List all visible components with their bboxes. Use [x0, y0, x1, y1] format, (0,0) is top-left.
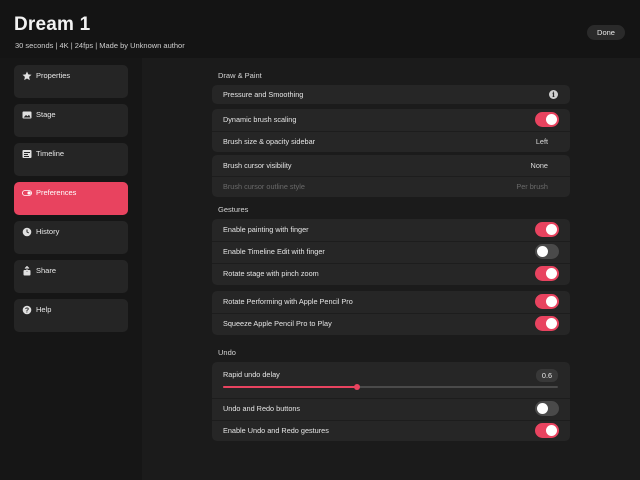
undo-gestures-toggle[interactable]: [535, 423, 559, 438]
brush-group: Dynamic brush scaling Brush size & opaci…: [212, 109, 570, 152]
sidebar-item-label: Properties: [36, 71, 71, 80]
page-title: Dream 1: [14, 14, 91, 35]
painting-finger-row: Enable painting with finger: [212, 219, 570, 241]
sidebar-item-label: Preferences: [36, 188, 77, 197]
row-value: None: [530, 161, 548, 170]
row-label: Brush cursor visibility: [223, 161, 292, 170]
svg-text:?: ?: [25, 308, 29, 315]
rotate-stage-toggle[interactable]: [535, 266, 559, 281]
pressure-group: Pressure and Smoothing i: [212, 85, 570, 104]
squeeze-play-row: Squeeze Apple Pencil Pro to Play: [212, 313, 570, 335]
sidebar-item-label: Stage: [36, 110, 56, 119]
dynamic-brush-row: Dynamic brush scaling: [212, 109, 570, 131]
rapid-undo-row: Rapid undo delay 0.6: [212, 362, 570, 398]
rotate-stage-row: Rotate stage with pinch zoom: [212, 263, 570, 285]
sidebar-item-label: Help: [36, 305, 52, 314]
sidebar-item-label: Timeline: [36, 149, 65, 158]
sidebar: Properties Stage Timeline Preferences Hi…: [0, 58, 142, 480]
painting-finger-toggle[interactable]: [535, 222, 559, 237]
row-value: Left: [535, 137, 548, 146]
image-icon: [22, 110, 32, 120]
squeeze-play-toggle[interactable]: [535, 316, 559, 331]
row-label: Brush size & opacity sidebar: [223, 137, 316, 146]
row-label: Brush cursor outline style: [223, 182, 305, 191]
section-title-gestures: Gestures: [218, 205, 249, 214]
sidebar-item-preferences[interactable]: Preferences: [14, 182, 128, 215]
row-value: Per brush: [516, 182, 548, 191]
rotate-performing-row: Rotate Performing with Apple Pencil Pro: [212, 291, 570, 313]
row-label: Enable Timeline Edit with finger: [223, 247, 325, 256]
sidebar-item-label: History: [36, 227, 60, 236]
pressure-smoothing-row[interactable]: Pressure and Smoothing i: [212, 85, 570, 104]
row-label: Undo and Redo buttons: [223, 404, 301, 413]
row-label: Rotate stage with pinch zoom: [223, 269, 319, 278]
timeline-edit-toggle[interactable]: [535, 244, 559, 259]
sidebar-item-properties[interactable]: Properties: [14, 65, 128, 98]
sidebar-item-timeline[interactable]: Timeline: [14, 143, 128, 176]
sidebar-item-share[interactable]: Share: [14, 260, 128, 293]
rotate-performing-toggle[interactable]: [535, 294, 559, 309]
star-icon: [22, 71, 32, 81]
preferences-panel: Draw & Paint Pressure and Smoothing i Dy…: [142, 58, 640, 480]
row-label: Enable painting with finger: [223, 225, 309, 234]
gestures-group: Enable painting with finger Enable Timel…: [212, 219, 570, 285]
section-title-draw-paint: Draw & Paint: [218, 71, 262, 80]
timeline-edit-row: Enable Timeline Edit with finger: [212, 241, 570, 263]
section-title-undo: Undo: [218, 348, 236, 357]
row-label: Rapid undo delay: [223, 370, 280, 379]
row-label: Pressure and Smoothing: [223, 90, 304, 99]
undo-group: Rapid undo delay 0.6 Undo and Redo butto…: [212, 362, 570, 441]
toggle-icon: [22, 188, 32, 198]
brush-sidebar-row[interactable]: Brush size & opacity sidebar Left: [212, 131, 570, 152]
done-button[interactable]: Done: [587, 25, 625, 40]
film-icon: [22, 149, 32, 159]
cursor-outline-row: Brush cursor outline style Per brush: [212, 176, 570, 197]
sidebar-item-stage[interactable]: Stage: [14, 104, 128, 137]
row-label: Enable Undo and Redo gestures: [223, 426, 329, 435]
header: Dream 1 30 seconds | 4K | 24fps | Made b…: [0, 0, 640, 58]
sidebar-item-label: Share: [36, 266, 57, 275]
cursor-group: Brush cursor visibility None Brush curso…: [212, 155, 570, 197]
slider-fill: [223, 386, 357, 388]
cursor-visibility-row[interactable]: Brush cursor visibility None: [212, 155, 570, 176]
info-icon[interactable]: i: [549, 90, 558, 99]
undo-buttons-toggle[interactable]: [535, 401, 559, 416]
clock-icon: [22, 227, 32, 237]
sidebar-item-help[interactable]: ? Help: [14, 299, 128, 332]
slider-handle[interactable]: [354, 384, 360, 390]
undo-gestures-row: Enable Undo and Redo gestures: [212, 420, 570, 441]
sidebar-item-history[interactable]: History: [14, 221, 128, 254]
row-label: Squeeze Apple Pencil Pro to Play: [223, 319, 332, 328]
share-icon: [22, 266, 32, 276]
question-icon: ?: [22, 305, 32, 315]
row-label: Dynamic brush scaling: [223, 115, 297, 124]
pencil-group: Rotate Performing with Apple Pencil Pro …: [212, 291, 570, 335]
dynamic-brush-toggle[interactable]: [535, 112, 559, 127]
rapid-undo-slider[interactable]: [223, 384, 558, 390]
project-info: 30 seconds | 4K | 24fps | Made by Unknow…: [15, 41, 185, 50]
undo-buttons-row: Undo and Redo buttons: [212, 398, 570, 420]
slider-value-badge: 0.6: [536, 369, 558, 382]
row-label: Rotate Performing with Apple Pencil Pro: [223, 297, 353, 306]
